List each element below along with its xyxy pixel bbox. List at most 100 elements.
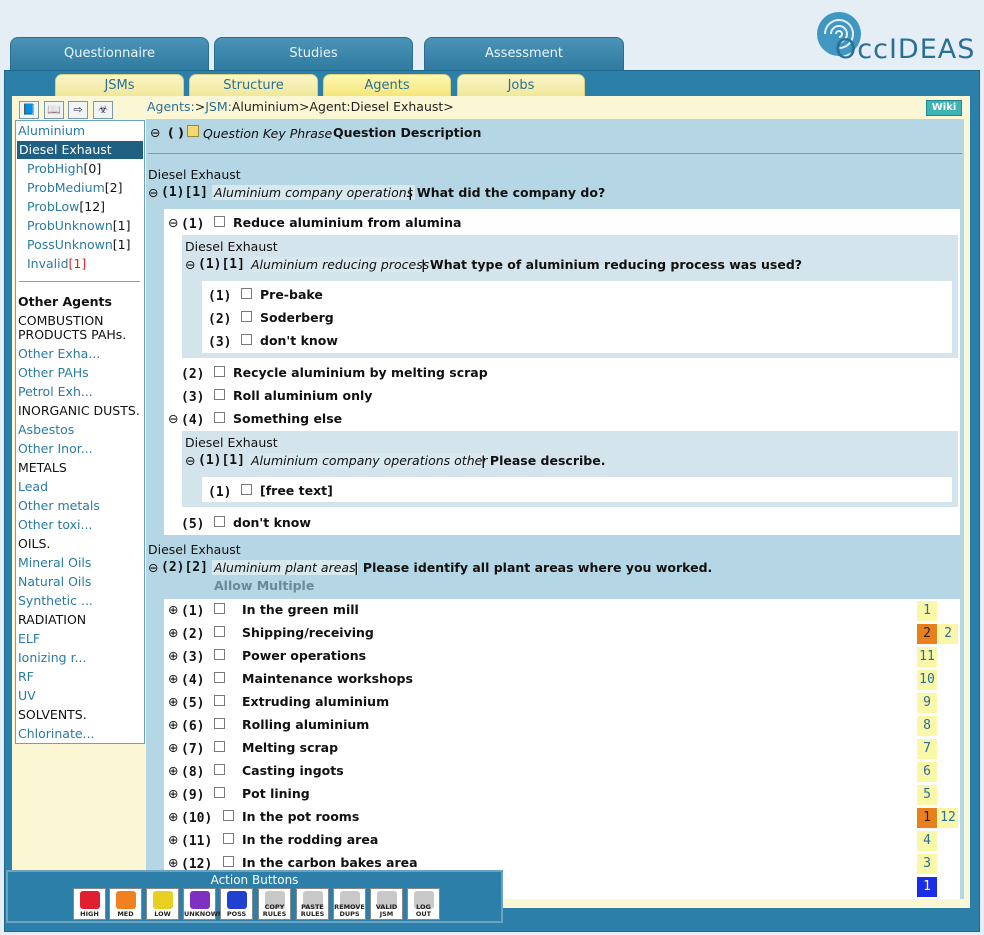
sidebar-item-agent[interactable]: Other Exha...: [18, 345, 100, 363]
rule-badge[interactable]: 11: [917, 647, 937, 667]
answer-checkbox[interactable]: [214, 516, 225, 527]
sidebar-item-agent[interactable]: Petrol Exh...: [18, 383, 93, 401]
sidebar-item-agent[interactable]: Mineral Oils: [18, 554, 91, 572]
sidebar-item-agent[interactable]: Other PAHs: [18, 364, 89, 382]
sidebar-item-agent[interactable]: UV: [18, 687, 36, 705]
subtab-jsms[interactable]: JSMs: [55, 74, 184, 96]
answer-checkbox[interactable]: [214, 741, 225, 752]
wiki-button[interactable]: Wiki: [926, 100, 962, 116]
collapse-icon[interactable]: ⊖: [168, 411, 178, 426]
answer-checkbox[interactable]: [214, 718, 225, 729]
expand-icon[interactable]: ⊕: [168, 694, 178, 709]
expand-icon[interactable]: ⊕: [168, 671, 178, 686]
answer-checkbox[interactable]: [241, 334, 252, 345]
sidebar-item-agent[interactable]: Other metals: [18, 497, 100, 515]
answer-checkbox[interactable]: [214, 412, 225, 423]
export-icon[interactable]: ⇨: [68, 101, 88, 119]
expand-icon[interactable]: ⊕: [168, 832, 178, 847]
action-button-valid-jsm[interactable]: VALID JSM: [370, 888, 403, 920]
answer-checkbox[interactable]: [223, 833, 234, 844]
sidebar-item-diesel-exhaust[interactable]: Diesel Exhaust: [17, 141, 143, 159]
sidebar-item-agent[interactable]: Other toxi...: [18, 516, 92, 534]
answer-checkbox[interactable]: [214, 366, 225, 377]
rule-badge[interactable]: 4: [917, 831, 937, 851]
subtab-agents[interactable]: Agents: [323, 74, 451, 96]
rule-badge[interactable]: 7: [917, 739, 937, 759]
biohazard-icon[interactable]: ☣: [93, 101, 113, 119]
sidebar-item-problow[interactable]: ProbLow[12]: [27, 198, 105, 216]
answer-checkbox[interactable]: [223, 856, 234, 867]
action-button-high[interactable]: HIGH: [73, 888, 106, 920]
rule-badge[interactable]: 9: [917, 693, 937, 713]
collapse-icon[interactable]: ⊖: [148, 185, 158, 200]
answer-checkbox[interactable]: [223, 810, 234, 821]
answer-checkbox[interactable]: [214, 603, 225, 614]
rule-badge[interactable]: 5: [917, 785, 937, 805]
answer-checkbox[interactable]: [214, 764, 225, 775]
sidebar-item-agent[interactable]: Chlorinate...: [18, 725, 94, 743]
expand-icon[interactable]: ⊕: [168, 786, 178, 801]
answer-checkbox[interactable]: [214, 787, 225, 798]
expand-icon[interactable]: ⊕: [168, 740, 178, 755]
tab-studies[interactable]: Studies: [214, 37, 413, 71]
action-button-poss[interactable]: POSS: [220, 888, 253, 920]
sidebar-item-agent[interactable]: Ionizing r...: [18, 649, 87, 667]
action-button-low[interactable]: LOW: [146, 888, 179, 920]
collapse-icon[interactable]: ⊖: [168, 215, 178, 230]
sidebar-item-probhigh[interactable]: ProbHigh[0]: [27, 160, 101, 178]
action-button-paste-rules[interactable]: PASTE RULES: [296, 888, 329, 920]
rule-badge[interactable]: 1: [917, 601, 937, 621]
tab-questionnaire[interactable]: Questionnaire: [10, 37, 209, 71]
rule-badge[interactable]: 6: [917, 762, 937, 782]
action-button-med[interactable]: MED: [109, 888, 142, 920]
answer-checkbox[interactable]: [214, 695, 225, 706]
rule-badge[interactable]: 10: [917, 670, 937, 690]
action-button-copy-rules[interactable]: COPY RULES: [258, 888, 291, 920]
sidebar-item-possunknown[interactable]: PossUnknown[1]: [27, 236, 131, 254]
answer-checkbox[interactable]: [214, 216, 225, 227]
book-icon[interactable]: 📘: [19, 101, 39, 119]
sidebar-item-agent[interactable]: Synthetic ...: [18, 592, 93, 610]
expand-icon[interactable]: ⊕: [168, 648, 178, 663]
sidebar-item-agent[interactable]: ELF: [18, 630, 40, 648]
collapse-icon[interactable]: ⊖: [148, 560, 158, 575]
expand-icon[interactable]: ⊕: [168, 809, 178, 824]
answer-checkbox[interactable]: [214, 649, 225, 660]
answer-checkbox[interactable]: [214, 672, 225, 683]
rule-badge[interactable]: 2: [938, 624, 958, 644]
answer-checkbox[interactable]: [241, 288, 252, 299]
answer-checkbox[interactable]: [241, 484, 252, 495]
expand-icon[interactable]: ⊕: [168, 717, 178, 732]
collapse-icon[interactable]: ⊖: [185, 257, 195, 272]
sidebar-item-invalid[interactable]: Invalid[1]: [27, 255, 86, 273]
sidebar-item-agent[interactable]: RF: [18, 668, 34, 686]
subtab-structure[interactable]: Structure: [189, 74, 318, 96]
breadcrumb-agents-link[interactable]: Agents:: [147, 99, 195, 114]
expand-icon[interactable]: ⊕: [168, 602, 178, 617]
sidebar-item-agent[interactable]: Lead: [18, 478, 48, 496]
rule-badge[interactable]: 2: [917, 624, 937, 644]
collapse-all-icon[interactable]: ⊖: [150, 125, 160, 140]
sidebar-item-probunknown[interactable]: ProbUnknown[1]: [27, 217, 131, 235]
expand-icon[interactable]: ⊕: [168, 763, 178, 778]
rule-badge[interactable]: 1: [917, 877, 937, 897]
action-button-log-out[interactable]: LOG OUT: [407, 888, 440, 920]
rule-badge[interactable]: 1: [917, 808, 937, 828]
rule-badge[interactable]: 3: [917, 854, 937, 874]
sidebar-item-probmedium[interactable]: ProbMedium[2]: [27, 179, 122, 197]
action-button-unknown[interactable]: UNKNOWN: [183, 888, 223, 920]
expand-icon[interactable]: ⊕: [168, 855, 178, 870]
answer-checkbox[interactable]: [241, 311, 252, 322]
tab-assessment[interactable]: Assessment: [424, 37, 624, 71]
open-book-icon[interactable]: 📖: [44, 101, 64, 119]
sidebar-item-aluminium[interactable]: Aluminium: [18, 122, 85, 140]
answer-checkbox[interactable]: [214, 626, 225, 637]
expand-icon[interactable]: ⊕: [168, 625, 178, 640]
sidebar-item-agent[interactable]: Natural Oils: [18, 573, 91, 591]
subtab-jobs[interactable]: Jobs: [457, 74, 585, 96]
sidebar-item-agent[interactable]: Asbestos: [18, 421, 74, 439]
action-button-remove-dups[interactable]: REMOVE DUPS: [333, 888, 366, 920]
collapse-icon[interactable]: ⊖: [185, 453, 195, 468]
rule-badge[interactable]: 12: [938, 808, 958, 828]
answer-checkbox[interactable]: [214, 389, 225, 400]
